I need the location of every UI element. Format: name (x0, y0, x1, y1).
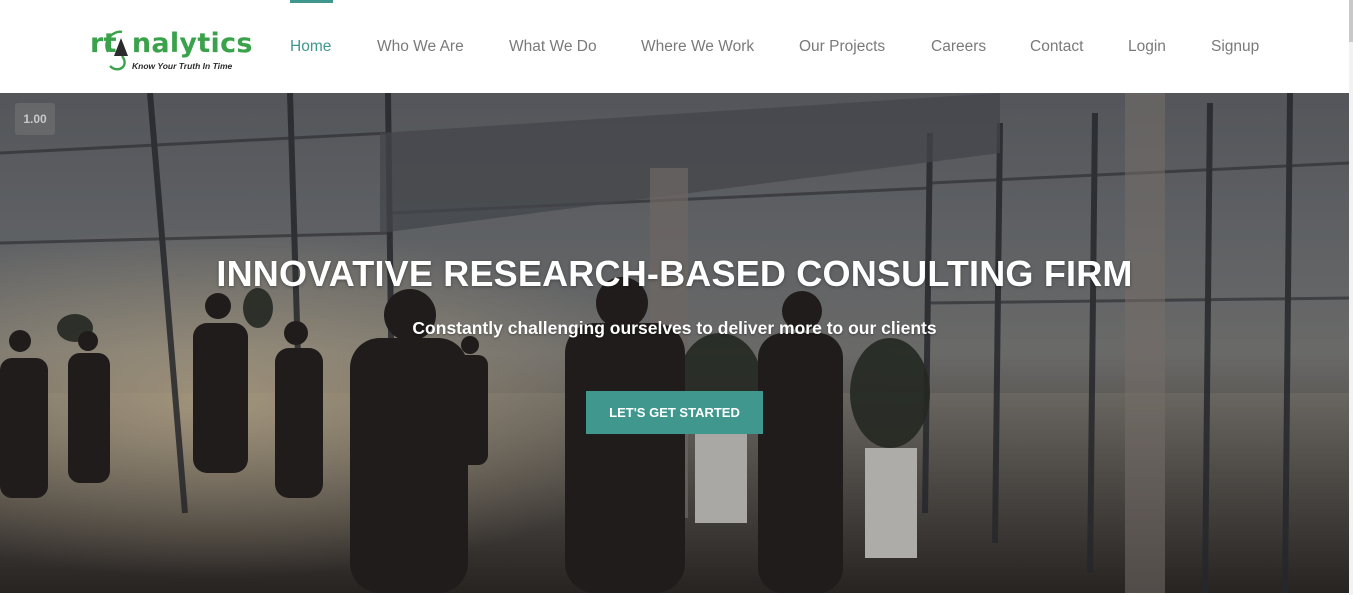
nav-active-indicator (290, 0, 333, 3)
hero-section: 1.00 INNOVATIVE RESEARCH-BASED CONSULTIN… (0, 93, 1349, 593)
site-header: rt nalytics Know Your Truth In Time Home … (0, 0, 1349, 93)
page: rt nalytics Know Your Truth In Time Home … (0, 0, 1353, 595)
nav-item-login[interactable]: Login (1128, 38, 1166, 56)
main-nav: Home Who We Are What We Do Where We Work… (0, 0, 1349, 93)
nav-item-what-we-do[interactable]: What We Do (509, 38, 597, 56)
hero-overlay (0, 93, 1349, 593)
nav-item-careers[interactable]: Careers (931, 38, 986, 56)
hero-title: INNOVATIVE RESEARCH-BASED CONSULTING FIR… (216, 253, 1133, 294)
nav-item-contact[interactable]: Contact (1030, 38, 1083, 56)
playback-speed-badge[interactable]: 1.00 (15, 103, 55, 135)
nav-item-who-we-are[interactable]: Who We Are (377, 38, 464, 56)
nav-item-where-we-work[interactable]: Where We Work (641, 38, 754, 56)
nav-item-our-projects[interactable]: Our Projects (799, 38, 885, 56)
nav-item-signup[interactable]: Signup (1211, 38, 1259, 56)
hero-subtitle: Constantly challenging ourselves to deli… (412, 318, 937, 338)
nav-item-home[interactable]: Home (290, 38, 331, 56)
get-started-button[interactable]: LET'S GET STARTED (586, 391, 763, 434)
page-scrollbar[interactable] (1349, 0, 1353, 595)
scrollbar-thumb[interactable] (1349, 0, 1353, 42)
